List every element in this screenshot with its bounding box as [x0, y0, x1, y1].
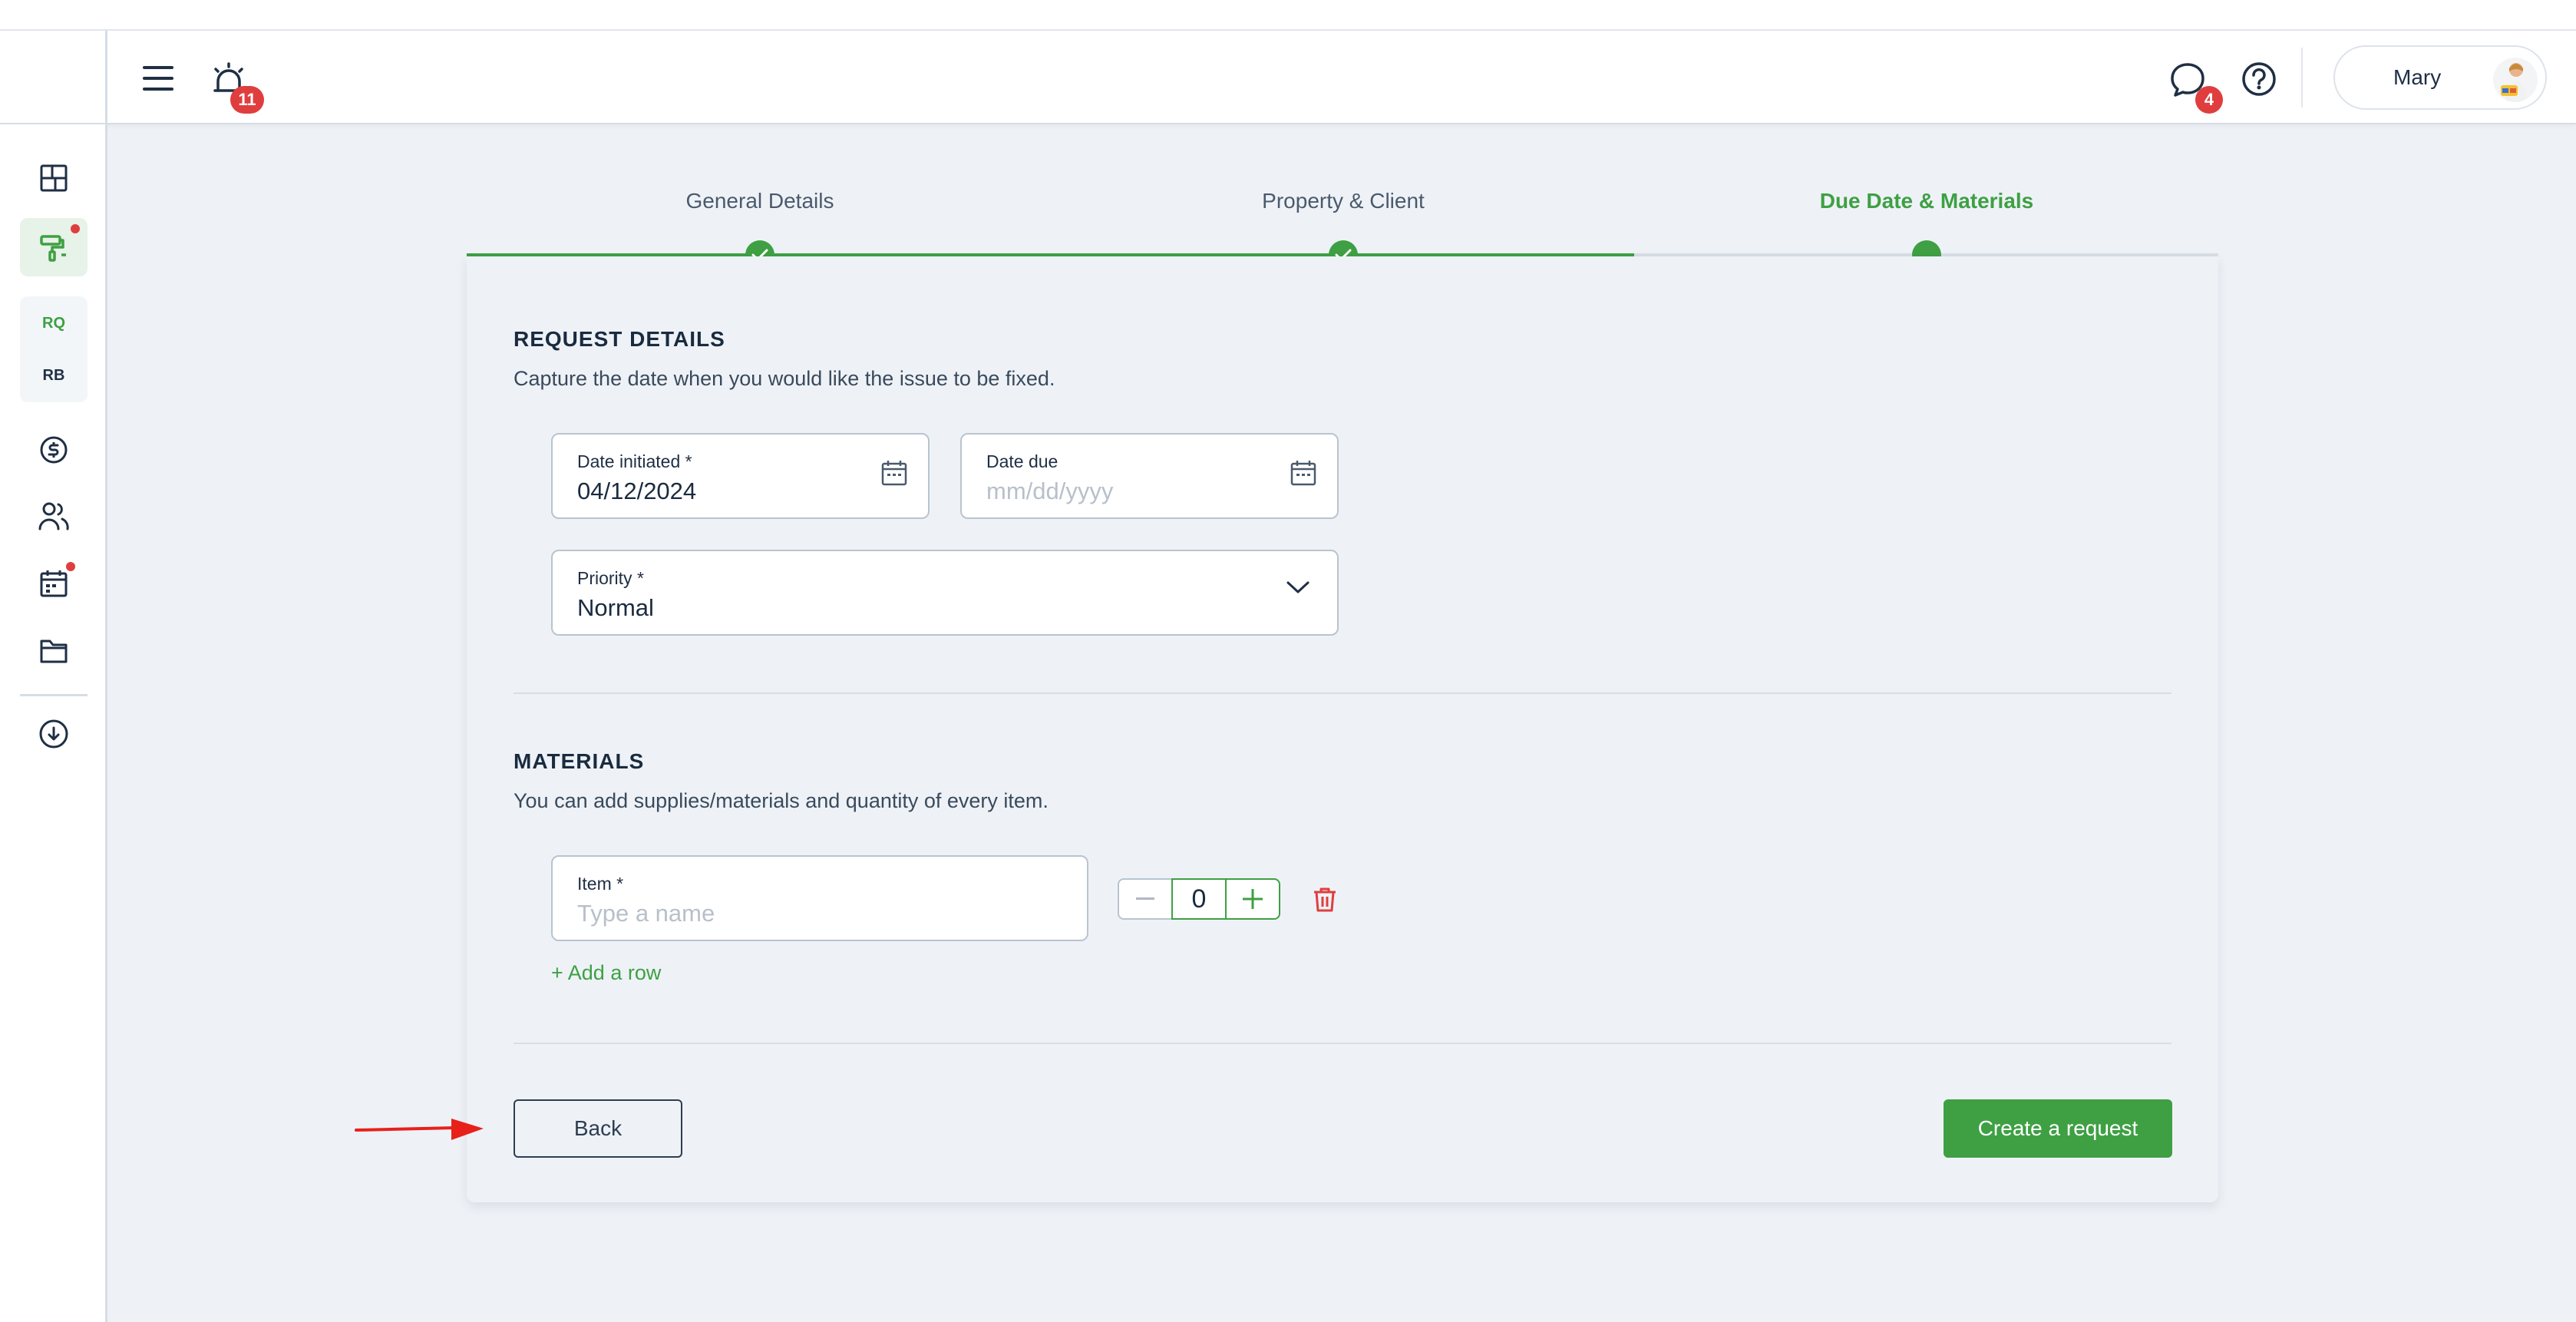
add-row-link[interactable]: + Add a row	[551, 961, 661, 985]
plus-icon	[1243, 889, 1263, 909]
date-initiated-value: 04/12/2024	[577, 478, 697, 504]
quantity-decrement-button[interactable]	[1118, 878, 1173, 920]
annotation-arrow-icon	[355, 1119, 484, 1140]
sidebar-item-users[interactable]	[20, 487, 88, 545]
sidebar-item-label: RB	[42, 366, 65, 384]
section-divider	[514, 692, 2171, 694]
delete-row-button[interactable]	[1308, 883, 1342, 917]
create-request-button[interactable]: Create a request	[1944, 1099, 2172, 1158]
field-label: Item *	[577, 874, 624, 894]
field-label: Date initiated *	[577, 451, 692, 471]
request-form-card: REQUEST DETAILS Capture the date when yo…	[467, 256, 2218, 1202]
chevron-down-icon[interactable]	[1286, 580, 1309, 598]
priority-select[interactable]: Priority * Normal	[551, 550, 1339, 636]
avatar[interactable]	[2493, 58, 2538, 102]
back-button[interactable]: Back	[514, 1099, 682, 1158]
paint-roller-icon	[40, 235, 66, 262]
section-subtitle-materials: You can add supplies/materials and quant…	[514, 789, 1049, 812]
calendar-icon	[40, 570, 68, 597]
sidebar-item-calendar[interactable]	[20, 554, 88, 613]
cloud-download-icon	[39, 719, 68, 749]
sidebar-item-files[interactable]	[20, 622, 88, 680]
sidebar-item-dashboard[interactable]	[20, 149, 88, 207]
step-label-general-details[interactable]: General Details	[606, 189, 913, 213]
step-label-due-date-materials[interactable]: Due Date & Materials	[1773, 189, 2080, 213]
trash-icon	[1314, 887, 1336, 912]
priority-value: Normal	[577, 594, 654, 621]
sidebar-top-spacer	[0, 31, 107, 124]
hamburger-menu-icon[interactable]	[138, 58, 178, 98]
calendar-icon[interactable]	[880, 459, 908, 491]
app-header: 11 4 Mary	[0, 31, 2576, 124]
section-divider	[514, 1043, 2171, 1044]
messages-count-badge: 4	[2195, 86, 2223, 114]
quantity-increment-button[interactable]	[1225, 878, 1280, 920]
user-name: Mary	[2393, 65, 2442, 89]
browser-top-strip	[0, 0, 2576, 31]
date-due-placeholder: mm/dd/yyyy	[986, 478, 1114, 504]
step-label-property-client[interactable]: Property & Client	[1190, 189, 1497, 213]
sidebar-divider	[20, 694, 88, 696]
user-menu[interactable]: Mary	[2333, 45, 2547, 110]
sidebar-item-rq[interactable]: RQ	[20, 298, 88, 349]
alerts-count-badge: 11	[230, 86, 264, 114]
field-label: Date due	[986, 451, 1058, 471]
item-name-field[interactable]: Item * Type a name	[551, 855, 1088, 941]
section-title-materials: MATERIALS	[514, 749, 645, 773]
item-name-placeholder: Type a name	[577, 900, 715, 927]
header-divider	[2301, 48, 2303, 107]
sidebar-item-requests[interactable]	[20, 218, 88, 276]
help-circle-icon[interactable]	[2238, 58, 2280, 100]
calendar-icon[interactable]	[1290, 459, 1317, 491]
date-due-field[interactable]: Date due mm/dd/yyyy	[960, 433, 1339, 519]
notification-dot	[71, 224, 80, 233]
dashboard-grid-icon	[40, 164, 68, 192]
sidebar-item-label: RQ	[42, 314, 65, 332]
sidebar: RQ RB	[0, 124, 107, 1322]
sidebar-item-billing[interactable]	[20, 421, 88, 479]
field-label: Priority *	[577, 568, 644, 588]
dollar-circle-icon	[40, 436, 68, 464]
sidebar-item-rb[interactable]: RB	[20, 350, 88, 401]
minus-icon	[1136, 897, 1154, 900]
users-icon	[38, 502, 69, 530]
sidebar-item-download[interactable]	[20, 705, 88, 763]
date-initiated-field[interactable]: Date initiated * 04/12/2024	[551, 433, 930, 519]
section-title-request-details: REQUEST DETAILS	[514, 327, 725, 351]
section-subtitle-request-details: Capture the date when you would like the…	[514, 367, 1055, 390]
notification-dot	[66, 562, 75, 571]
folder-icon	[40, 640, 68, 663]
quantity-value[interactable]: 0	[1171, 878, 1227, 920]
